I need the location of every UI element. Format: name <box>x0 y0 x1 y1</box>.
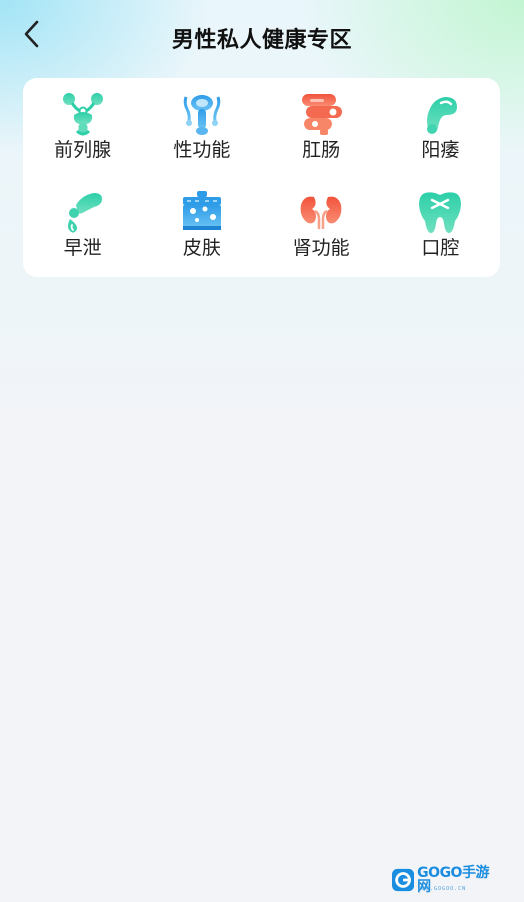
kidney-icon <box>300 196 342 229</box>
category-oral[interactable]: 口腔 <box>381 176 500 274</box>
category-label: 肾功能 <box>292 237 350 259</box>
tooth-icon <box>419 192 462 233</box>
header: 男性私人健康专区 <box>0 0 524 76</box>
category-card: 前列腺 性功能 肛肠 阳痿 早泄 皮肤 肾功能 口腔 <box>23 78 500 277</box>
category-impotence[interactable]: 阳痿 <box>381 78 500 176</box>
intestine-icon <box>302 94 343 135</box>
page-title: 男性私人健康专区 <box>171 28 352 53</box>
reproductive-system-icon <box>183 95 221 135</box>
category-kidney-function[interactable]: 肾功能 <box>262 176 381 274</box>
category-prostate[interactable]: 前列腺 <box>23 78 142 176</box>
prostate-icon <box>62 93 103 136</box>
category-label: 前列腺 <box>54 139 112 161</box>
category-label: 皮肤 <box>182 237 221 259</box>
watermark-subtext: WWW.GOGOO.CN <box>418 886 467 892</box>
category-label: 阳痿 <box>421 139 460 161</box>
category-label: 口腔 <box>421 237 460 259</box>
impotence-icon <box>427 97 458 134</box>
category-skin[interactable]: 皮肤 <box>142 176 261 274</box>
category-anorectal[interactable]: 肛肠 <box>262 78 381 176</box>
premature-ejaculation-icon <box>67 193 102 233</box>
category-grid: 前列腺 性功能 肛肠 阳痿 早泄 皮肤 肾功能 口腔 <box>23 78 500 277</box>
skin-icon <box>182 191 221 230</box>
category-label: 肛肠 <box>302 139 341 161</box>
gogo-logo-icon <box>392 868 415 892</box>
watermark-logo: GOGO手游网 WWW.GOGOO.CN <box>392 866 496 894</box>
category-sexual-function[interactable]: 性功能 <box>142 78 261 176</box>
category-premature-ejaculation[interactable]: 早泄 <box>23 176 142 274</box>
category-label: 早泄 <box>63 237 102 259</box>
category-label: 性功能 <box>173 139 231 161</box>
